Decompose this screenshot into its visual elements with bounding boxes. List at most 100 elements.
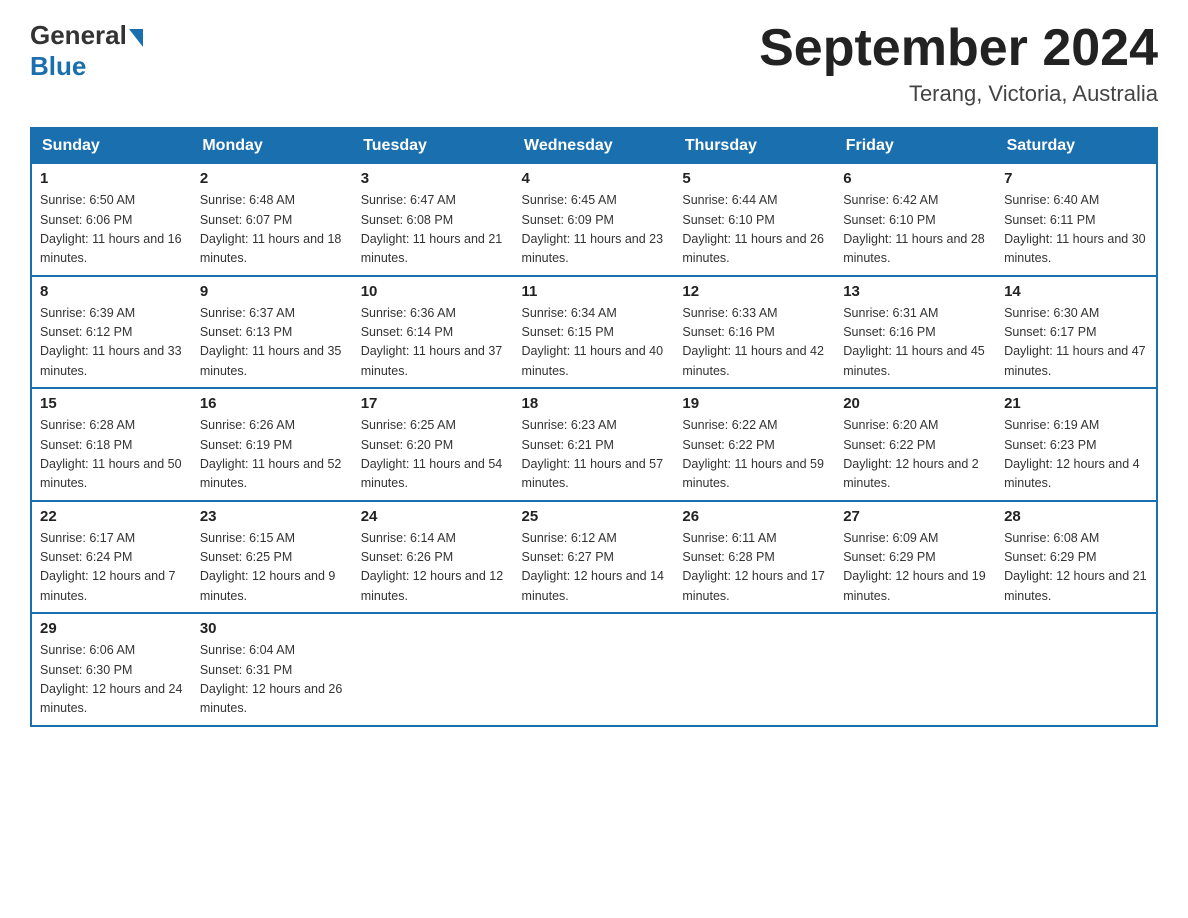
- sunrise-label: Sunrise:: [40, 306, 86, 320]
- sunrise-label: Sunrise:: [843, 193, 889, 207]
- day-info: Sunrise: 6:11 AM Sunset: 6:28 PM Dayligh…: [682, 529, 827, 607]
- location-subtitle: Terang, Victoria, Australia: [759, 81, 1158, 107]
- day-number: 27: [843, 508, 988, 525]
- day-number: 20: [843, 395, 988, 412]
- day-info: Sunrise: 6:08 AM Sunset: 6:29 PM Dayligh…: [1004, 529, 1148, 607]
- table-row: 18 Sunrise: 6:23 AM Sunset: 6:21 PM Dayl…: [514, 388, 675, 501]
- table-row: 1 Sunrise: 6:50 AM Sunset: 6:06 PM Dayli…: [31, 164, 192, 276]
- table-row: 22 Sunrise: 6:17 AM Sunset: 6:24 PM Dayl…: [31, 501, 192, 614]
- day-number: 25: [522, 508, 667, 525]
- sunset-label: Sunset:: [200, 438, 242, 452]
- daylight-label: Daylight:: [682, 569, 731, 583]
- sunset-label: Sunset:: [843, 325, 885, 339]
- daylight-label: Daylight:: [682, 457, 731, 471]
- sunrise-label: Sunrise:: [522, 306, 568, 320]
- sunset-label: Sunset:: [200, 325, 242, 339]
- day-number: 17: [361, 395, 506, 412]
- table-row: 10 Sunrise: 6:36 AM Sunset: 6:14 PM Dayl…: [353, 276, 514, 389]
- day-number: 13: [843, 283, 988, 300]
- calendar-header-row: Sunday Monday Tuesday Wednesday Thursday…: [31, 128, 1157, 164]
- sunrise-label: Sunrise:: [682, 306, 728, 320]
- day-info: Sunrise: 6:15 AM Sunset: 6:25 PM Dayligh…: [200, 529, 345, 607]
- col-tuesday: Tuesday: [353, 128, 514, 164]
- day-info: Sunrise: 6:45 AM Sunset: 6:09 PM Dayligh…: [522, 191, 667, 269]
- day-number: 30: [200, 620, 345, 637]
- sunrise-label: Sunrise:: [1004, 531, 1050, 545]
- table-row: 5 Sunrise: 6:44 AM Sunset: 6:10 PM Dayli…: [674, 164, 835, 276]
- sunset-label: Sunset:: [361, 550, 403, 564]
- sunrise-label: Sunrise:: [682, 418, 728, 432]
- table-row: [514, 613, 675, 726]
- logo-blue-text: Blue: [30, 51, 86, 82]
- sunrise-label: Sunrise:: [361, 531, 407, 545]
- col-saturday: Saturday: [996, 128, 1157, 164]
- sunrise-label: Sunrise:: [361, 418, 407, 432]
- daylight-label: Daylight:: [682, 232, 731, 246]
- sunrise-label: Sunrise:: [682, 193, 728, 207]
- table-row: 3 Sunrise: 6:47 AM Sunset: 6:08 PM Dayli…: [353, 164, 514, 276]
- day-number: 4: [522, 170, 667, 187]
- sunset-label: Sunset:: [522, 213, 564, 227]
- day-number: 24: [361, 508, 506, 525]
- table-row: 16 Sunrise: 6:26 AM Sunset: 6:19 PM Dayl…: [192, 388, 353, 501]
- table-row: 13 Sunrise: 6:31 AM Sunset: 6:16 PM Dayl…: [835, 276, 996, 389]
- sunrise-label: Sunrise:: [200, 193, 246, 207]
- sunrise-label: Sunrise:: [1004, 193, 1050, 207]
- daylight-label: Daylight:: [522, 457, 571, 471]
- day-number: 8: [40, 283, 184, 300]
- sunset-label: Sunset:: [522, 325, 564, 339]
- table-row: 12 Sunrise: 6:33 AM Sunset: 6:16 PM Dayl…: [674, 276, 835, 389]
- day-number: 18: [522, 395, 667, 412]
- day-number: 22: [40, 508, 184, 525]
- day-info: Sunrise: 6:31 AM Sunset: 6:16 PM Dayligh…: [843, 304, 988, 382]
- sunset-label: Sunset:: [1004, 325, 1046, 339]
- day-number: 26: [682, 508, 827, 525]
- sunset-label: Sunset:: [200, 663, 242, 677]
- calendar-week-row: 15 Sunrise: 6:28 AM Sunset: 6:18 PM Dayl…: [31, 388, 1157, 501]
- col-sunday: Sunday: [31, 128, 192, 164]
- day-number: 2: [200, 170, 345, 187]
- day-number: 19: [682, 395, 827, 412]
- logo-general-text: General: [30, 20, 127, 51]
- daylight-label: Daylight:: [1004, 232, 1053, 246]
- calendar-week-row: 29 Sunrise: 6:06 AM Sunset: 6:30 PM Dayl…: [31, 613, 1157, 726]
- sunset-label: Sunset:: [522, 438, 564, 452]
- sunset-label: Sunset:: [682, 438, 724, 452]
- daylight-label: Daylight:: [40, 344, 89, 358]
- day-info: Sunrise: 6:12 AM Sunset: 6:27 PM Dayligh…: [522, 529, 667, 607]
- page-header: General Blue September 2024 Terang, Vict…: [30, 20, 1158, 107]
- calendar-table: Sunday Monday Tuesday Wednesday Thursday…: [30, 127, 1158, 727]
- sunset-label: Sunset:: [682, 325, 724, 339]
- day-info: Sunrise: 6:09 AM Sunset: 6:29 PM Dayligh…: [843, 529, 988, 607]
- col-thursday: Thursday: [674, 128, 835, 164]
- day-number: 16: [200, 395, 345, 412]
- sunrise-label: Sunrise:: [361, 306, 407, 320]
- daylight-label: Daylight:: [522, 344, 571, 358]
- sunset-label: Sunset:: [361, 213, 403, 227]
- table-row: 29 Sunrise: 6:06 AM Sunset: 6:30 PM Dayl…: [31, 613, 192, 726]
- daylight-label: Daylight:: [843, 344, 892, 358]
- table-row: [835, 613, 996, 726]
- day-number: 3: [361, 170, 506, 187]
- sunrise-label: Sunrise:: [1004, 418, 1050, 432]
- calendar-week-row: 8 Sunrise: 6:39 AM Sunset: 6:12 PM Dayli…: [31, 276, 1157, 389]
- sunset-label: Sunset:: [40, 325, 82, 339]
- day-number: 12: [682, 283, 827, 300]
- table-row: 2 Sunrise: 6:48 AM Sunset: 6:07 PM Dayli…: [192, 164, 353, 276]
- sunset-label: Sunset:: [522, 550, 564, 564]
- day-info: Sunrise: 6:42 AM Sunset: 6:10 PM Dayligh…: [843, 191, 988, 269]
- table-row: 27 Sunrise: 6:09 AM Sunset: 6:29 PM Dayl…: [835, 501, 996, 614]
- day-info: Sunrise: 6:40 AM Sunset: 6:11 PM Dayligh…: [1004, 191, 1148, 269]
- table-row: [674, 613, 835, 726]
- sunrise-label: Sunrise:: [522, 418, 568, 432]
- sunrise-label: Sunrise:: [522, 531, 568, 545]
- daylight-label: Daylight:: [40, 232, 89, 246]
- daylight-label: Daylight:: [1004, 569, 1053, 583]
- calendar-week-row: 1 Sunrise: 6:50 AM Sunset: 6:06 PM Dayli…: [31, 164, 1157, 276]
- table-row: 20 Sunrise: 6:20 AM Sunset: 6:22 PM Dayl…: [835, 388, 996, 501]
- day-number: 7: [1004, 170, 1148, 187]
- day-info: Sunrise: 6:44 AM Sunset: 6:10 PM Dayligh…: [682, 191, 827, 269]
- table-row: 4 Sunrise: 6:45 AM Sunset: 6:09 PM Dayli…: [514, 164, 675, 276]
- logo-triangle-icon: [129, 29, 143, 47]
- day-number: 11: [522, 283, 667, 300]
